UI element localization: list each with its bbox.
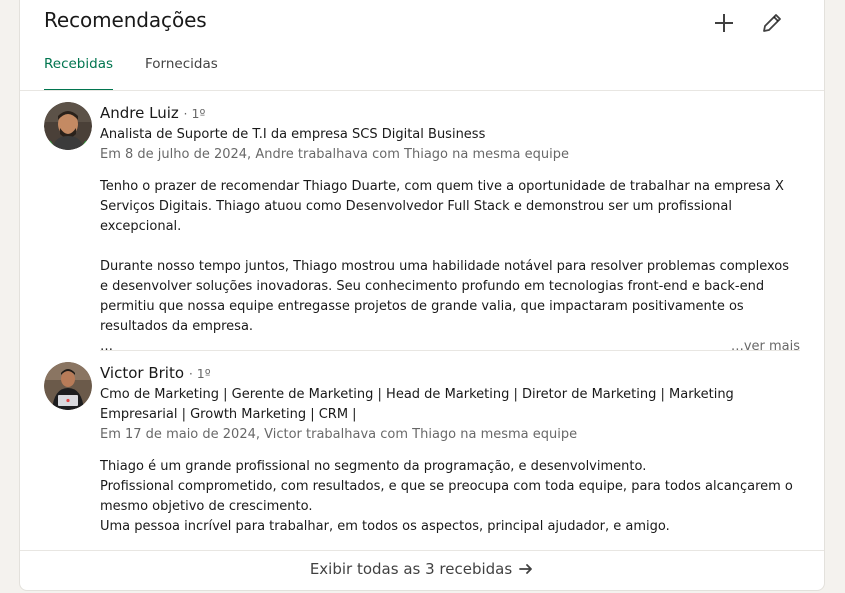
connection-degree: · 1º (183, 106, 206, 121)
recommendation-text: Tenho o prazer de recomendar Thiago Duar… (100, 177, 800, 337)
recommendation-body: Victor Brito · 1º Cmo de Marketing | Ger… (100, 362, 800, 537)
tab-bar: Recebidas Fornecidas (44, 51, 250, 91)
show-all-received-link[interactable]: Exibir todas as 3 recebidas (310, 559, 534, 579)
recommendation-item: Andre Luiz · 1º Analista de Suporte de T… (44, 102, 800, 354)
recommender-name[interactable]: Andre Luiz (100, 104, 179, 122)
section-title: Recomendações (44, 8, 207, 32)
arrow-right-icon (519, 564, 533, 574)
name-line: Andre Luiz · 1º (100, 102, 800, 125)
recommendation-item: Victor Brito · 1º Cmo de Marketing | Ger… (44, 362, 800, 542)
recommendation-line: Thiago é um grande profissional no segme… (100, 459, 647, 474)
recommendation-body: Andre Luiz · 1º Analista de Suporte de T… (100, 102, 800, 357)
card-header: Recomendações (44, 7, 800, 43)
divider (100, 350, 800, 351)
recommender-headline: Cmo de Marketing | Gerente de Marketing … (100, 387, 734, 422)
show-all-label: Exibir todas as 3 recebidas (309, 560, 513, 578)
avatar[interactable] (44, 362, 92, 410)
recommender-name[interactable]: Victor Brito (100, 364, 184, 382)
see-more-button[interactable]: …ver mais (731, 337, 800, 357)
name-line: Victor Brito · 1º (100, 362, 800, 385)
pencil-icon (763, 14, 781, 32)
truncation-row: … …ver mais (100, 337, 800, 357)
ellipsis: … (100, 339, 113, 354)
tab-recebidas[interactable]: Recebidas (44, 51, 114, 91)
card-footer: Exibir todas as 3 recebidas (20, 550, 824, 590)
recommendation-text: Thiago é um grande profissional no segme… (100, 457, 800, 537)
recommendation-meta: Em 17 de maio de 2024, Victor trabalhava… (100, 427, 578, 442)
add-recommendation-button[interactable] (708, 7, 740, 39)
recommendations-card: Recomendações Recebidas Fornecidas Andre… (19, 0, 825, 591)
recommendation-paragraph: Tenho o prazer de recomendar Thiago Duar… (100, 179, 784, 234)
recommendation-meta: Em 8 de julho de 2024, Andre trabalhava … (100, 147, 570, 162)
recommendation-line: Uma pessoa incrível para trabalhar, em t… (100, 519, 670, 534)
recommender-headline: Analista de Suporte de T.I da empresa SC… (100, 127, 486, 142)
recommendation-paragraph: Durante nosso tempo juntos, Thiago mostr… (100, 259, 789, 334)
tab-fornecidas[interactable]: Fornecidas (145, 51, 218, 91)
plus-icon (715, 14, 733, 32)
edit-recommendations-button[interactable] (756, 7, 788, 39)
recommendation-line: Profissional comprometido, com resultado… (100, 479, 793, 514)
tab-divider (20, 90, 824, 91)
connection-degree: · 1º (188, 366, 211, 381)
avatar[interactable] (44, 102, 92, 150)
